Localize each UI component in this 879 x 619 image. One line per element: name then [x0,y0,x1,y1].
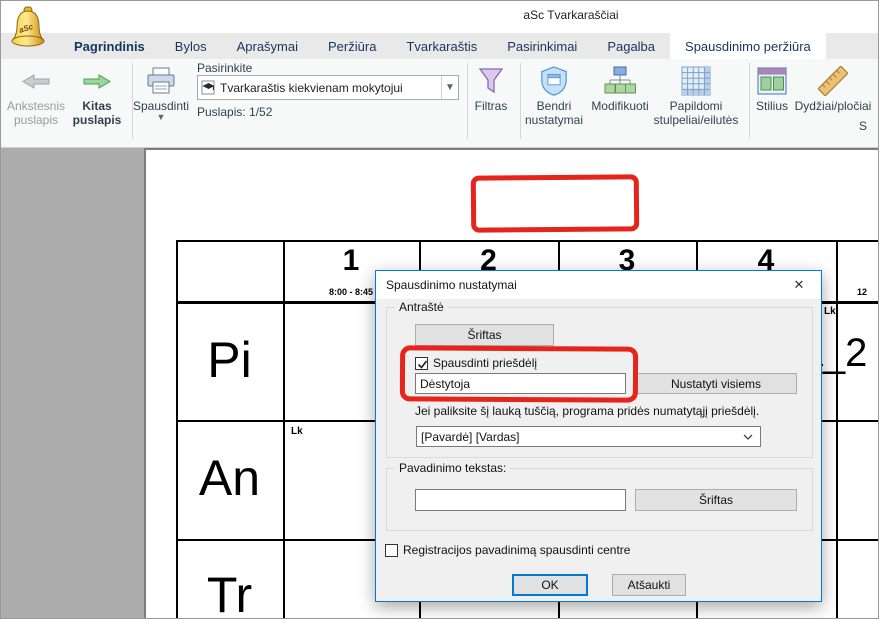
tab-aprasymai[interactable]: Aprašymai [222,33,313,59]
dialog-title-bar[interactable]: Spausdinimo nustatymai ✕ [376,271,821,299]
header-font-button[interactable]: Šriftas [415,324,554,346]
cancel-button[interactable]: Atšaukti [612,574,686,596]
title-text-group-label: Pavadinimo tekstas: [395,461,510,475]
previous-page-button[interactable]: Ankstesnispuslapis [3,63,69,127]
title-bar: aSc Tvarkaraščiai [1,1,879,33]
lesson-code-lk: Lk [291,426,303,437]
name-format-combobox[interactable]: [Pavardė] [Vardas] [416,426,761,447]
grid-line [176,240,178,619]
day-label-pi: Pi [176,331,283,389]
report-type-value: Tvarkaraštis kiekvienam mokytojui [216,81,441,95]
report-type-combobox[interactable]: Tvarkaraštis kiekvienam mokytojui ▼ [197,75,459,100]
window-title: aSc Tvarkaraščiai [421,8,721,22]
next-page-button[interactable]: Kitaspuslapis [65,63,129,127]
arrow-left-icon [3,63,69,99]
select-caption: Pasirinkite [197,61,252,75]
name-format-value: [Pavardė] [Vardas] [421,430,520,444]
print-button[interactable]: Spausdinti ▼ [129,63,193,121]
combo-dropdown-icon[interactable]: ▼ [441,76,458,99]
chevron-down-icon [743,434,753,440]
center-title-label: Registracijos pavadinimą spausdinti cent… [403,543,630,557]
arrow-right-icon [65,63,129,99]
annotation-box-title [471,174,639,232]
filter-button[interactable]: Filtras [465,63,517,113]
title-text-input[interactable] [415,489,626,511]
modify-button[interactable]: Modifikuoti [585,63,655,113]
tab-pagalba[interactable]: Pagalba [592,33,670,59]
day-label-an: An [176,449,283,507]
tab-tvarkarastis[interactable]: Tvarkaraštis [391,33,492,59]
ok-button[interactable]: OK [512,574,588,596]
annotation-box-prefix [400,345,638,402]
style-button[interactable]: Stilius [747,63,797,113]
ribbon-tab-strip: Pagrindinis Bylos Aprašymai Peržiūra Tva… [1,33,879,59]
tab-pagrindinis[interactable]: Pagrindinis [59,33,160,59]
style-window-icon [747,63,797,99]
grid-icon [646,63,746,99]
grid-line [836,240,838,619]
title-font-button[interactable]: Šriftas [635,489,797,511]
clipped-ribbon-label: S [859,119,867,133]
print-settings-dialog: Spausdinimo nustatymai ✕ Antraštė Šrifta… [375,270,822,602]
org-chart-icon [585,63,655,99]
day-label-tr: Tr [176,566,283,619]
sizes-widths-button[interactable]: Dydžiai/pločiai [793,63,873,113]
tab-spausdinimo-perziura[interactable]: Spausdinimo peržiūra [670,33,826,59]
print-dropdown-caret-icon[interactable]: ▼ [129,113,193,121]
page-counter: Puslapis: 1/52 [197,105,272,119]
close-icon[interactable]: ✕ [777,271,821,299]
ribbon: Ankstesnispuslapis Kitaspuslapis Spausdi… [1,59,879,148]
general-settings-button[interactable]: Bendrinustatymai [518,63,590,127]
timetable-report-icon [201,80,216,95]
printer-icon [129,63,193,99]
grid-line [176,240,879,242]
extra-columns-rows-button[interactable]: Papildomistulpeliai/eilutės [646,63,746,127]
center-title-checkbox[interactable] [385,544,398,557]
prefix-hint-text: Jei paliksite šį lauką tuščią, programa … [415,404,759,418]
filter-funnel-icon [465,63,517,99]
tab-bylos[interactable]: Bylos [160,33,222,59]
dialog-title: Spausdinimo nustatymai [386,278,517,292]
period-time-5-partial: 12 [857,287,867,297]
tab-pasirinkimai[interactable]: Pasirinkimai [492,33,592,59]
header-group-label: Antraštė [395,300,448,314]
asc-bell-logo-icon: aSc [9,5,49,56]
shield-icon [518,63,590,99]
lesson-code-lk: Lk [824,306,836,317]
ruler-icon [793,63,873,99]
app-window: aSc Tvarkaraščiai aSc Pagrindinis Bylos … [0,0,879,619]
tab-perziura[interactable]: Peržiūra [313,33,391,59]
set-for-all-button[interactable]: Nustatyti visiems [635,373,797,394]
